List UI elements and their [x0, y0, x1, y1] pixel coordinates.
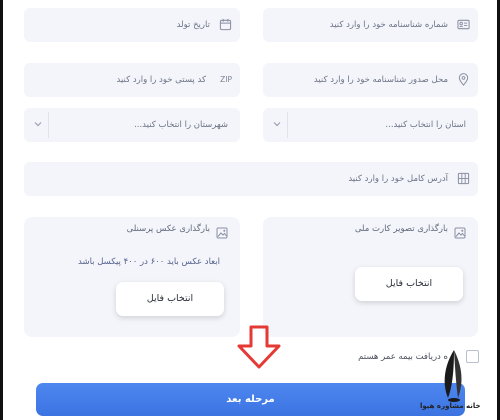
issue-place-field[interactable]: محل صدور شناسنامه خود را وارد کنید [263, 63, 478, 97]
chevron-down-icon [34, 122, 42, 127]
postal-code-placeholder: کد پستی خود را وارد کنید [116, 75, 206, 85]
image-icon [216, 227, 228, 239]
photo-size-note: ابعاد عکس باید ۶۰۰ در ۴۰۰ پیکسل باشد [78, 257, 220, 267]
national-card-title: بارگذاری تصویر کارت ملی [354, 224, 448, 234]
personal-photo-upload: بارگذاری عکس پرسنلی ابعاد عکس باید ۶۰۰ د… [24, 217, 240, 337]
image-icon [454, 227, 466, 239]
id-number-placeholder: شماره شناسنامه خود را وارد کنید [329, 20, 448, 30]
province-select[interactable]: استان را انتخاب کنید... [263, 108, 478, 142]
choose-card-file-button[interactable]: انتخاب فایل [355, 267, 463, 301]
next-step-button[interactable]: مرحله بعد [36, 383, 465, 416]
birth-date-placeholder: تاریخ تولد [176, 20, 210, 30]
postal-code-field[interactable]: ZIP کد پستی خود را وارد کنید [24, 63, 240, 97]
calendar-icon [219, 18, 232, 31]
personal-photo-title: بارگذاری عکس پرسنلی [126, 224, 210, 234]
id-number-field[interactable]: شماره شناسنامه خود را وارد کنید [263, 8, 478, 42]
map-icon [457, 172, 470, 185]
location-pin-icon [458, 73, 469, 86]
left-frame-edge [0, 0, 3, 420]
address-field[interactable]: آدرس کامل خود را وارد کنید [24, 162, 478, 196]
zip-icon: ZIP [220, 75, 232, 84]
chevron-down-icon [273, 122, 281, 127]
logo-text: خانه مشاوره هیوا [420, 402, 481, 410]
province-select-value: استان را انتخاب کنید... [385, 120, 466, 130]
national-card-upload: بارگذاری تصویر کارت ملی انتخاب فایل [263, 217, 478, 337]
select-divider [48, 112, 49, 138]
select-divider [287, 112, 288, 138]
address-placeholder: آدرس کامل خود را وارد کنید [348, 174, 448, 184]
down-arrow-icon [237, 325, 281, 369]
choose-photo-file-button[interactable]: انتخاب فایل [116, 282, 224, 316]
birth-date-field[interactable]: تاریخ تولد [24, 8, 240, 42]
issue-place-placeholder: محل صدور شناسنامه خود را وارد کنید [313, 75, 448, 85]
city-select[interactable]: شهرستان را انتخاب کنید... [24, 108, 240, 142]
city-select-value: شهرستان را انتخاب کنید... [134, 120, 228, 130]
id-card-icon [457, 19, 470, 30]
